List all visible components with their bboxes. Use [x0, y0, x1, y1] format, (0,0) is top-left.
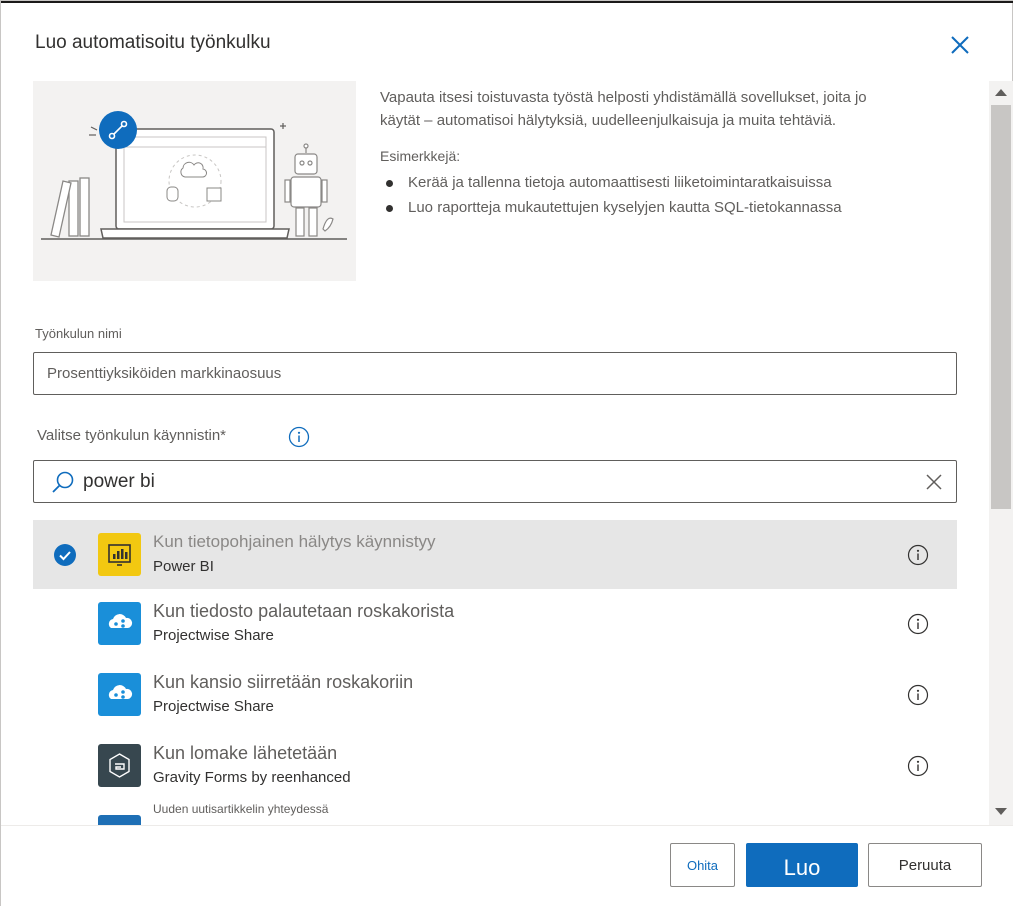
description-block: Vapauta itsesi toistuvasta työstä helpos…: [380, 86, 900, 220]
scroll-up-arrow-icon[interactable]: [995, 89, 1007, 96]
vertical-scrollbar[interactable]: [989, 81, 1013, 825]
example-item: Kerää ja tallenna tietoja automaattisest…: [380, 170, 900, 195]
search-icon: [52, 471, 74, 493]
trigger-label: Valitse työnkulun käynnistin*: [37, 427, 226, 444]
examples-title: Esimerkkejä:: [380, 148, 461, 164]
create-flow-dialog: Luo automatisoitu työnkulku Vapauta itse…: [0, 0, 1013, 906]
trigger-title: Kun tiedosto palautetaan roskakorista: [153, 601, 455, 621]
trigger-info-button[interactable]: [907, 755, 929, 777]
trigger-item-file-restored[interactable]: Kun tiedosto palautetaan roskakorista Pr…: [33, 589, 957, 660]
trigger-connector: Power BI: [153, 558, 214, 575]
trigger-title: Kun tietopohjainen hälytys käynnistyy: [153, 532, 436, 551]
info-icon: [907, 613, 929, 635]
news-icon: [98, 815, 141, 825]
gravity-forms-icon: [98, 744, 141, 787]
examples-list: Kerää ja tallenna tietoja automaattisest…: [380, 170, 900, 220]
close-button[interactable]: [947, 32, 973, 58]
power-bi-icon: [98, 533, 141, 576]
cancel-button[interactable]: Peruuta: [868, 843, 982, 887]
description-text: Vapauta itsesi toistuvasta työstä helpos…: [380, 89, 867, 129]
trigger-search-box[interactable]: [33, 460, 957, 503]
trigger-list: Kun tietopohjainen hälytys käynnistyy Po…: [33, 520, 957, 825]
projectwise-cloud-icon: [98, 673, 141, 716]
dialog-footer: Ohita Luo Peruuta: [1, 825, 1013, 906]
trigger-info-button[interactable]: [907, 613, 929, 635]
flow-name-input[interactable]: [33, 352, 957, 395]
info-icon: [907, 684, 929, 706]
flow-name-label: Työnkulun nimi: [35, 326, 122, 341]
clear-icon: [926, 474, 942, 490]
trigger-info-button[interactable]: [288, 426, 310, 448]
trigger-item-power-bi-alert[interactable]: Kun tietopohjainen hälytys käynnistyy Po…: [33, 520, 957, 589]
checkmark-icon: [59, 551, 71, 561]
scrollbar-thumb[interactable]: [991, 105, 1011, 509]
dialog-title: Luo automatisoitu työnkulku: [35, 32, 271, 53]
projectwise-cloud-icon: [98, 602, 141, 645]
trigger-connector: Projectwise Share: [153, 627, 274, 644]
trigger-item-folder-moved[interactable]: Kun kansio siirretään roskakoriin Projec…: [33, 660, 957, 731]
dialog-content: Vapauta itsesi toistuvasta työstä helpos…: [1, 81, 1013, 825]
info-icon: [288, 426, 310, 448]
hero-illustration: [33, 81, 356, 281]
clear-search-button[interactable]: [923, 471, 945, 493]
example-item: Luo raportteja mukautettujen kyselyjen k…: [380, 195, 900, 220]
trigger-item-form-submitted[interactable]: Kun lomake lähetetään Gravity Forms by r…: [33, 731, 957, 802]
skip-button[interactable]: Ohita: [670, 843, 735, 887]
scroll-down-arrow-icon[interactable]: [995, 808, 1007, 815]
create-button[interactable]: Luo: [746, 843, 858, 887]
info-icon: [907, 755, 929, 777]
trigger-item-news-article[interactable]: Uuden uutisartikkelin yhteydessä: [33, 802, 957, 825]
trigger-info-button[interactable]: [907, 544, 929, 566]
window-top-edge: [1, 1, 1013, 3]
close-icon: [951, 36, 969, 54]
selected-check: [54, 544, 76, 566]
trigger-connector: Gravity Forms by reenhanced: [153, 769, 351, 786]
info-icon: [907, 544, 929, 566]
trigger-info-button[interactable]: [907, 684, 929, 706]
trigger-connector: Projectwise Share: [153, 698, 274, 715]
trigger-search-input[interactable]: [83, 469, 903, 495]
trigger-title: Uuden uutisartikkelin yhteydessä: [153, 802, 329, 816]
trigger-title: Kun kansio siirretään roskakoriin: [153, 672, 414, 692]
trigger-title: Kun lomake lähetetään: [153, 743, 338, 763]
